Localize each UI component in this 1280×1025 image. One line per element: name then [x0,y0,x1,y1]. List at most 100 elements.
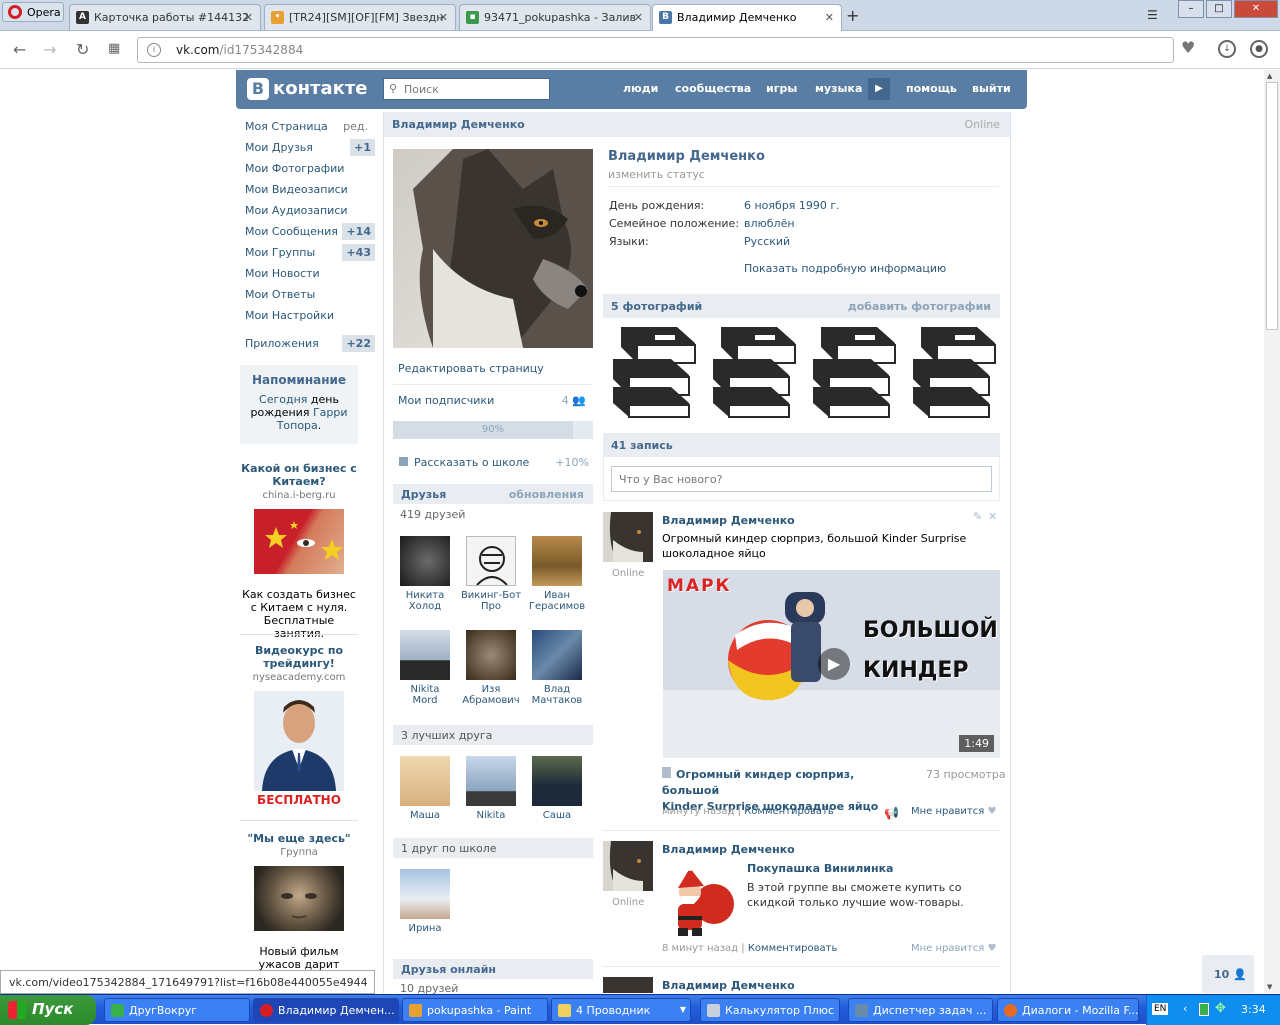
download-icon[interactable]: ↓ [1218,40,1236,58]
network-icon[interactable]: ✥ [1215,1001,1226,1016]
menu-item-friends[interactable]: Мои Друзья +1 [240,137,378,158]
ad-horror-group[interactable]: "Мы еще здесь" Группа Новый фильм ужасов… [240,832,358,984]
reminder-today-link[interactable]: Сегодня [259,393,307,406]
start-button[interactable]: Пуск [0,995,96,1025]
site-info-icon[interactable]: i [147,43,161,57]
post-author-avatar[interactable] [603,841,653,891]
friends-updates-link[interactable]: обновления [509,488,584,501]
menu-item-apps[interactable]: Приложения +22 [240,333,378,354]
wall-header[interactable]: 41 запись [603,433,1000,457]
subscribers-link[interactable]: Мои подписчики 4 👥 [398,394,586,407]
menu-item-messages[interactable]: Мои Сообщения +14 [240,221,378,242]
address-field[interactable]: i vk.com/id175342884 [137,37,1174,63]
friend-item[interactable]: Nikita [459,756,523,821]
speed-dial-icon[interactable]: ▦ [108,41,120,56]
tab-close-icon[interactable]: ✕ [244,11,253,24]
photo-placeholder-book-icon[interactable] [707,321,799,419]
vk-search-input[interactable]: ⚲ Поиск [383,78,550,100]
vk-logo[interactable]: Вконтакте [247,78,367,100]
nav-games[interactable]: игры [766,82,797,95]
friend-item[interactable]: Ирина [393,869,457,934]
task-explorer[interactable]: 4 Проводник ▼ [551,998,691,1022]
show-more-info-link[interactable]: Показать подробную информацию [744,262,946,275]
friend-item[interactable]: Иван Герасимов [525,536,589,612]
battery-icon[interactable] [1199,1003,1209,1016]
ad-horror-image[interactable] [254,866,344,931]
tab-vk-profile[interactable]: B Владимир Демченко ✕ [652,4,842,32]
scroll-thumb[interactable] [1266,82,1278,330]
menu-item-audio[interactable]: Мои Аудиозаписи [240,200,378,221]
edit-post-icon[interactable]: ✎ [973,510,982,523]
profile-avatar[interactable] [393,149,593,348]
tray-expand-icon[interactable]: ‹ [1183,1002,1187,1015]
task-calculator[interactable]: Калькулятор Плюс [700,998,840,1022]
menu-item-my-page[interactable]: Моя Страница ред. [240,116,378,137]
delete-post-icon[interactable]: ✕ [988,510,997,523]
tab-menu-icon[interactable]: ☰ [1147,8,1158,22]
online-counter[interactable]: 10 👤 [1202,955,1254,993]
comment-link[interactable]: Комментировать [744,806,834,817]
tab-close-icon[interactable]: ✕ [634,11,643,24]
post-author-avatar[interactable] [603,512,653,562]
post-author-link[interactable]: Владимир Демченко [662,514,795,527]
relationship-value[interactable]: влюблён [744,217,795,230]
add-photos-link[interactable]: добавить фотографии [848,300,991,313]
edit-menu-link[interactable]: ред. [343,120,368,133]
friend-item[interactable]: Викинг-Бот Про [459,536,523,612]
edit-page-link[interactable]: Редактировать страницу [398,362,544,375]
school-link[interactable]: Рассказать о школе +10% [399,456,589,469]
photo-placeholder-book-icon[interactable] [607,321,699,419]
close-window-button[interactable]: ✕ [1234,0,1278,18]
friend-item[interactable]: Маша [393,756,457,821]
task-firefox[interactable]: Диалоги - Mozilla F... [997,998,1139,1022]
account-icon[interactable]: ● [1250,40,1268,58]
clock[interactable]: 3:34 [1241,1003,1266,1016]
minimize-button[interactable]: – [1178,0,1204,18]
photo-placeholder-book-icon[interactable] [807,321,899,419]
friend-item[interactable]: Nikita Mord [393,630,457,706]
santa-group-image[interactable] [662,862,740,940]
ad-china-business[interactable]: Какой он бизнес с Китаем? china.i-berg.r… [240,462,358,640]
group-link[interactable]: Покупашка Винилинка [747,862,893,875]
new-tab-button[interactable]: + [846,6,859,25]
ad-china-image[interactable] [254,509,344,574]
reload-icon[interactable]: ↻ [76,40,89,59]
online-friends-header[interactable]: Друзья онлайн [393,959,593,979]
post-author-link[interactable]: Владимир Демченко [662,843,795,856]
language-value[interactable]: Русский [744,235,790,248]
comment-link[interactable]: Комментировать [748,943,838,954]
post-author-avatar[interactable] [603,977,653,993]
ad-trading-image[interactable]: БЕСПЛАТНО [254,691,344,809]
birthday-value[interactable]: 6 ноября 1990 г. [744,199,840,212]
play-icon[interactable]: ▶ [818,648,850,680]
photo-placeholder-book-icon[interactable] [907,321,999,419]
nav-people[interactable]: люди [623,82,658,95]
post-time-link[interactable]: 8 минут назад [662,943,738,954]
photos-header[interactable]: 5 фотографий добавить фотографии [603,294,1000,318]
page-scrollbar[interactable]: ▲ ▼ [1264,70,1280,993]
video-player[interactable]: МАРК БОЛЬШОЙ КИНДЕР ▶ 1:49 [663,570,1000,758]
menu-item-settings[interactable]: Мои Настройки [240,305,378,326]
menu-item-news[interactable]: Мои Новости [240,263,378,284]
tab-close-icon[interactable]: ✕ [439,11,448,24]
tab-work-card[interactable]: A Карточка работы #144132 ✕ [69,4,261,30]
friend-item[interactable]: Саша [525,756,589,821]
new-post-input[interactable]: Что у Вас нового? [611,466,992,492]
friends-header[interactable]: Друзья обновления [393,484,593,504]
like-button[interactable]: Мне нравится ♥ [911,806,996,817]
ad-trading-course[interactable]: Видеокурс по трейдингу! nyseacademy.com … [240,644,358,823]
share-icon[interactable]: 📢 [884,806,899,820]
nav-music[interactable]: музыка [815,82,862,95]
menu-item-answers[interactable]: Мои Ответы [240,284,378,305]
nav-communities[interactable]: сообщества [675,82,751,95]
tab-pokupashka[interactable]: ▪ 93471_pokupashka - Залив ✕ [459,4,651,30]
like-button[interactable]: Мне нравится ♥ [911,943,996,954]
task-opera[interactable]: Владимир Демчен... [253,998,399,1022]
post-time-link[interactable]: минуту назад [662,806,734,817]
forward-icon[interactable]: → [43,40,56,59]
menu-item-photos[interactable]: Мои Фотографии [240,158,378,179]
menu-item-groups[interactable]: Мои Группы +43 [240,242,378,263]
menu-item-videos[interactable]: Мои Видеозаписи [240,179,378,200]
tab-close-icon[interactable]: ✕ [825,11,834,24]
back-icon[interactable]: ← [13,40,26,59]
